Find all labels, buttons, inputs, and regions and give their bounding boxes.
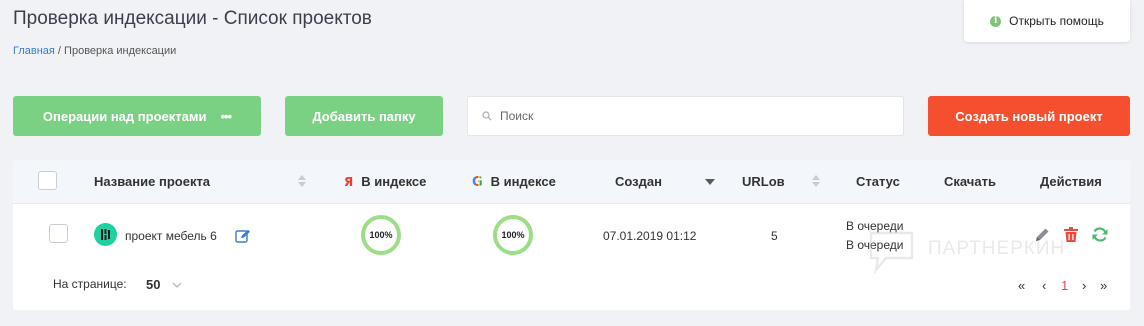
sort-icon[interactable] — [298, 175, 306, 187]
info-icon: i — [990, 15, 1002, 27]
header-download: Скачать — [944, 174, 996, 189]
header-urls[interactable]: URLов — [742, 174, 785, 189]
per-page-select[interactable]: 50 — [146, 277, 182, 292]
project-name-link[interactable]: проект мебель 6 — [125, 229, 217, 243]
open-help-label: Открыть помощь — [1009, 14, 1104, 28]
header-status: Статус — [856, 174, 900, 189]
sort-icon[interactable] — [812, 175, 820, 187]
per-page-label: На странице: — [53, 277, 127, 291]
header-project-name[interactable]: Название проекта — [94, 174, 210, 189]
breadcrumb: Главная / Проверка индексации — [13, 45, 176, 57]
edit-name-icon[interactable] — [235, 229, 251, 248]
yandex-index-progress: 100% — [361, 215, 401, 255]
per-page-value: 50 — [146, 277, 161, 292]
search-input[interactable] — [500, 109, 880, 123]
add-folder-button[interactable]: Добавить папку — [285, 96, 443, 136]
delete-icon[interactable] — [1064, 227, 1078, 247]
url-count: 5 — [771, 229, 778, 243]
project-icon — [94, 223, 117, 246]
header-google-index[interactable]: G В индексе — [472, 174, 556, 190]
header-created[interactable]: Создан — [615, 174, 662, 189]
search-icon — [482, 111, 492, 121]
sort-desc-icon[interactable] — [705, 179, 715, 191]
last-page-button[interactable]: » — [1100, 278, 1107, 293]
search-box[interactable] — [467, 96, 904, 136]
status-google: В очереди — [846, 238, 904, 252]
next-page-button[interactable]: › — [1082, 278, 1086, 293]
page-title: Проверка индексации - Список проектов — [13, 8, 372, 29]
header-actions: Действия — [1040, 174, 1102, 189]
row-checkbox[interactable] — [49, 224, 68, 243]
breadcrumb-home-link[interactable]: Главная — [13, 45, 55, 57]
table-row: проект мебель 6 100% 100% 07.01.2019 01:… — [13, 205, 1130, 263]
status-yandex: В очереди — [846, 219, 904, 233]
prev-page-button[interactable]: ‹ — [1042, 278, 1046, 293]
edit-icon[interactable] — [1035, 227, 1050, 247]
google-icon: G — [472, 175, 483, 190]
project-operations-label: Операции над проектами — [42, 108, 207, 124]
project-operations-button[interactable]: Операции над проектами ••• — [13, 96, 261, 136]
projects-table: Название проекта Я В индексе G В индексе С… — [13, 160, 1130, 310]
breadcrumb-separator: / — [54, 45, 65, 57]
yandex-icon: Я — [344, 175, 354, 189]
header-yandex-index-label: В индексе — [361, 174, 427, 189]
page-1-button[interactable]: 1 — [1061, 278, 1068, 293]
table-header: Название проекта Я В индексе G В индексе С… — [13, 160, 1130, 204]
created-date: 07.01.2019 01:12 — [603, 229, 697, 243]
google-index-progress: 100% — [493, 215, 533, 255]
refresh-icon[interactable] — [1092, 227, 1108, 247]
header-yandex-index[interactable]: Я В индексе — [344, 174, 426, 189]
create-project-button[interactable]: Создать новый проект — [928, 96, 1130, 136]
first-page-button[interactable]: « — [1018, 278, 1025, 293]
open-help-button[interactable]: i Открыть помощь — [964, 0, 1130, 42]
chevron-down-icon — [173, 282, 182, 288]
more-dots-icon: ••• — [220, 108, 232, 124]
header-google-index-label: В индексе — [490, 174, 556, 189]
breadcrumb-current: Проверка индексации — [64, 45, 177, 57]
select-all-checkbox[interactable] — [38, 171, 57, 190]
